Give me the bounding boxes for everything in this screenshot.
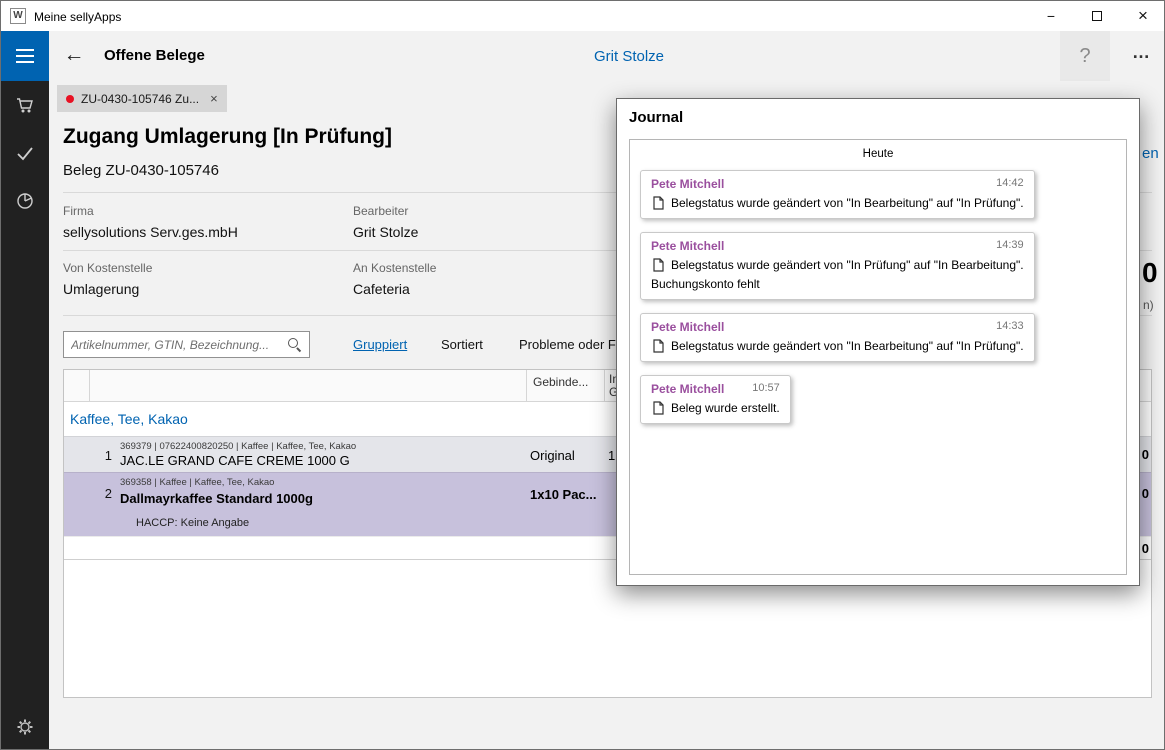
sidebar-item-tasks[interactable] (1, 129, 49, 177)
journal-entry-icon (651, 401, 665, 415)
window-title: Meine sellyApps (34, 10, 121, 24)
grouped-link[interactable]: Gruppiert (353, 337, 407, 352)
journal-entry-time: 14:39 (996, 239, 1024, 253)
journal-entry-text: Beleg wurde erstellt. (671, 401, 780, 415)
journal-entry-list[interactable]: Heute Pete Mitchell 14:42 Belegstatus wu… (629, 139, 1127, 575)
document-subtitle: Beleg ZU-0430-105746 (63, 162, 219, 179)
journal-title: Journal (629, 109, 683, 126)
field-label-an-kostenstelle: An Kostenstelle (353, 261, 436, 275)
column-header-number[interactable] (64, 370, 90, 402)
row-article-name: JAC.LE GRAND CAFE CREME 1000 G (120, 453, 350, 468)
column-header-description[interactable] (90, 370, 527, 402)
journal-entry: Pete Mitchell 14:42 Belegstatus wurde ge… (640, 170, 1035, 219)
group-label: Kaffee, Tee, Kakao (70, 411, 188, 427)
journal-entry-text: Belegstatus wurde geändert von "In Prüfu… (671, 258, 1024, 272)
more-options-icon: … (1132, 42, 1150, 63)
help-icon: ? (1079, 45, 1090, 68)
gear-icon (15, 717, 35, 737)
row-number: 1 (94, 448, 112, 463)
clipped-stat-label: n) (1143, 298, 1154, 312)
cart-icon (15, 95, 35, 115)
journal-entry-author: Pete Mitchell (651, 239, 724, 253)
back-button[interactable]: ← (59, 43, 89, 71)
journal-entry-icon (651, 196, 665, 210)
field-label-von-kostenstelle: Von Kostenstelle (63, 261, 152, 275)
field-value-bearbeiter: Grit Stolze (353, 224, 418, 240)
row-amount-value: 0 (1142, 447, 1149, 462)
field-value-von-kostenstelle: Umlagerung (63, 281, 139, 297)
row-article-name: Dallmayrkaffee Standard 1000g (120, 491, 313, 506)
row-gebinde-value: Original (530, 448, 606, 463)
sidebar-item-cart[interactable] (1, 81, 49, 129)
page-title: Offene Belege (104, 47, 205, 64)
journal-entry-time: 14:33 (996, 320, 1024, 334)
journal-entry-text: Belegstatus wurde geändert von "In Bearb… (671, 196, 1024, 210)
maximize-button[interactable] (1074, 1, 1120, 31)
clipped-link-fragment[interactable]: en (1142, 145, 1159, 162)
row-meta: 369379 | 07622400820250 | Kaffee | Kaffe… (120, 441, 356, 452)
sum-value: 0 (1142, 541, 1149, 556)
sidebar (1, 81, 49, 750)
minimize-button[interactable]: − (1028, 1, 1074, 31)
tab-close-icon[interactable]: × (210, 91, 218, 106)
journal-entry: Pete Mitchell 10:57 Beleg wurde erstellt… (640, 375, 791, 424)
field-label-bearbeiter: Bearbeiter (353, 204, 408, 218)
journal-entry-author: Pete Mitchell (651, 382, 724, 396)
row-in-gebinde-value: 1 (608, 448, 615, 463)
check-icon (15, 143, 35, 163)
journal-entry-time: 14:42 (996, 177, 1024, 191)
tab-status-dot-icon (66, 95, 74, 103)
document-tab[interactable]: ZU-0430-105746 Zu... × (57, 85, 227, 112)
problems-link[interactable]: Probleme oder Fel (519, 337, 626, 352)
close-button[interactable]: × (1120, 1, 1165, 31)
row-haccp-note: HACCP: Keine Angabe (136, 517, 249, 529)
help-button[interactable]: ? (1060, 31, 1110, 81)
search-input[interactable] (71, 338, 287, 352)
journal-entry-text: Belegstatus wurde geändert von "In Bearb… (671, 339, 1024, 353)
app-logo-icon: W (10, 8, 26, 24)
more-options-button[interactable]: … (1116, 31, 1165, 81)
journal-day-label: Heute (636, 148, 1120, 160)
article-search-box (63, 331, 310, 358)
document-title: Zugang Umlagerung [In Prüfung] (63, 125, 392, 149)
journal-entry-author: Pete Mitchell (651, 177, 724, 191)
app-window: W Meine sellyApps − × ← Offene Belege Gr… (0, 0, 1165, 750)
journal-entry-author: Pete Mitchell (651, 320, 724, 334)
sidebar-item-statistics[interactable] (1, 177, 49, 225)
hamburger-menu-button[interactable] (1, 31, 49, 81)
journal-entry: Pete Mitchell 14:33 Belegstatus wurde ge… (640, 313, 1035, 362)
row-meta: 369358 | Kaffee | Kaffee, Tee, Kakao (120, 477, 274, 488)
current-user-link[interactable]: Grit Stolze (559, 48, 699, 65)
hamburger-icon (16, 49, 34, 51)
journal-entry-text: Buchungskonto fehlt (651, 277, 1024, 291)
row-amount-value: 0 (1142, 486, 1149, 501)
field-value-an-kostenstelle: Cafeteria (353, 281, 410, 297)
close-icon: × (1138, 6, 1148, 26)
journal-entry-icon (651, 258, 665, 272)
maximize-icon (1092, 11, 1102, 21)
field-value-firma: sellysolutions Serv.ges.mbH (63, 224, 238, 240)
tab-label: ZU-0430-105746 Zu... (81, 92, 199, 106)
row-gebinde-value: 1x10 Pac... (530, 487, 606, 502)
title-bar: W Meine sellyApps − × (1, 1, 1164, 31)
sorted-link[interactable]: Sortiert (441, 337, 483, 352)
journal-entry-icon (651, 339, 665, 353)
field-label-firma: Firma (63, 204, 94, 218)
pie-chart-icon (15, 191, 35, 211)
clipped-stat-value: 0 (1142, 257, 1158, 289)
back-arrow-icon: ← (64, 43, 85, 66)
minimize-icon: − (1047, 8, 1055, 24)
row-number: 2 (94, 486, 112, 501)
search-icon[interactable] (287, 337, 302, 352)
sidebar-item-settings[interactable] (1, 703, 49, 750)
column-header-gebinde[interactable]: Gebinde... (527, 370, 605, 402)
journal-entry-time: 10:57 (752, 382, 780, 396)
journal-flyout: Journal Heute Pete Mitchell 14:42 Belegs… (616, 98, 1140, 586)
journal-entry: Pete Mitchell 14:39 Belegstatus wurde ge… (640, 232, 1035, 300)
